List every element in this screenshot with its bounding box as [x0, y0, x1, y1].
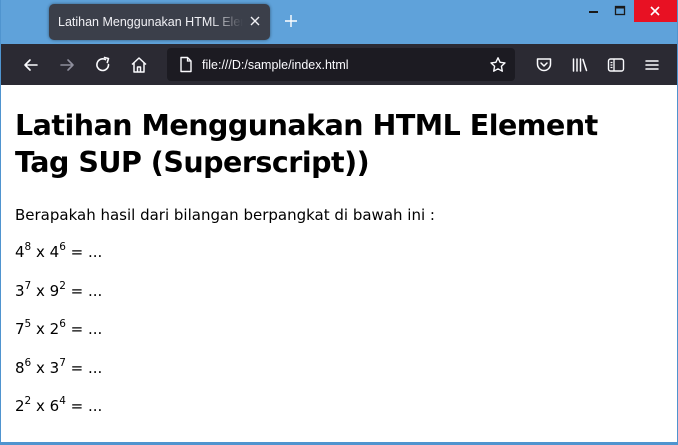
browser-tab[interactable]: Latihan Menggunakan HTML Element Tag SUP…: [49, 4, 270, 40]
expression-line: 48 x 46 = ...: [15, 241, 103, 261]
page-content: Latihan Menggunakan HTML Element Tag SUP…: [1, 85, 677, 442]
plus-icon[interactable]: [284, 14, 298, 28]
home-icon[interactable]: [129, 55, 149, 75]
expression-line: 22 x 64 = ...: [15, 395, 103, 415]
page-title: Latihan Menggunakan HTML Element Tag SUP…: [15, 109, 598, 179]
tab-title: Latihan Menggunakan HTML Element Tag SUP…: [58, 15, 243, 29]
close-icon[interactable]: [634, 0, 677, 22]
pocket-icon[interactable]: [534, 55, 554, 75]
browser-window: Latihan Menggunakan HTML Element Tag SUP…: [0, 0, 678, 445]
maximize-icon[interactable]: [609, 0, 631, 22]
close-icon[interactable]: [248, 14, 262, 28]
navigation-toolbar: file:///D:/sample/index.html: [1, 44, 677, 85]
hamburger-menu-icon[interactable]: [642, 55, 662, 75]
expression-line: 86 x 37 = ...: [15, 357, 103, 377]
expression-line: 75 x 26 = ...: [15, 318, 103, 338]
back-arrow-icon[interactable]: [21, 55, 41, 75]
minimize-icon[interactable]: [583, 0, 605, 22]
expression-line: 37 x 92 = ...: [15, 280, 103, 300]
intro-paragraph: Berapakah hasil dari bilangan berpangkat…: [15, 206, 435, 224]
bookmark-star-icon[interactable]: [489, 56, 507, 74]
reload-icon[interactable]: [93, 55, 113, 75]
url-text[interactable]: file:///D:/sample/index.html: [202, 58, 349, 72]
library-icon[interactable]: [570, 55, 590, 75]
address-bar[interactable]: file:///D:/sample/index.html: [167, 48, 515, 81]
page-icon: [180, 56, 192, 73]
forward-arrow-icon[interactable]: [57, 55, 77, 75]
title-bar: Latihan Menggunakan HTML Element Tag SUP…: [1, 0, 677, 44]
sidebar-icon[interactable]: [606, 55, 626, 75]
